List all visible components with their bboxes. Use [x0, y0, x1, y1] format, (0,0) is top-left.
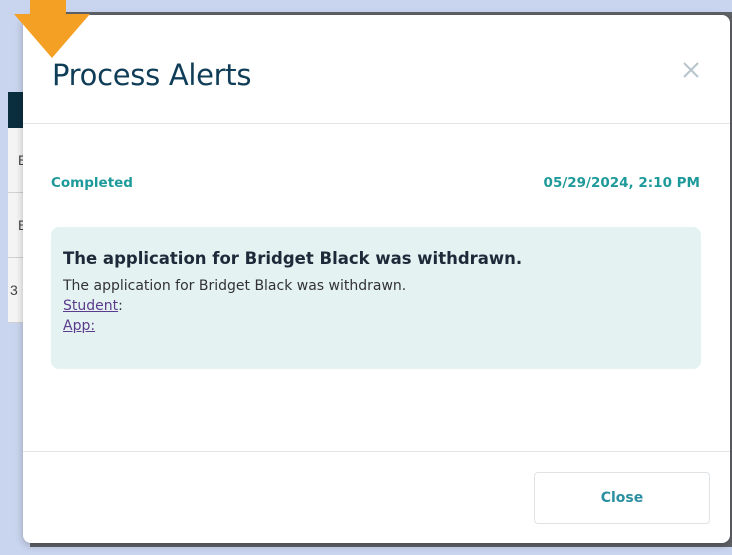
alert-message-box: The application for Bridget Black was wi…: [51, 227, 701, 369]
alert-heading: The application for Bridget Black was wi…: [63, 249, 523, 268]
student-line: Student:: [63, 296, 689, 316]
alert-body-text: The application for Bridget Black was wi…: [63, 278, 407, 294]
close-button[interactable]: Close: [534, 472, 710, 524]
modal-header: Process Alerts: [23, 15, 730, 124]
alert-status-row: Completed 05/29/2024, 2:10 PM: [51, 175, 700, 197]
student-link[interactable]: Student: [63, 298, 118, 314]
alert-timestamp: 05/29/2024, 2:10 PM: [543, 175, 700, 191]
status-label: Completed: [51, 175, 133, 191]
app-line: App:: [63, 316, 689, 336]
modal-title: Process Alerts: [52, 58, 252, 92]
alert-body: The application for Bridget Black was wi…: [63, 276, 689, 336]
student-suffix: :: [118, 298, 123, 314]
process-alerts-modal: Process Alerts Completed 05/29/2024, 2:1…: [23, 15, 730, 543]
spotlight-arrow-icon: [14, 0, 90, 58]
modal-footer: Close: [23, 451, 730, 543]
background-row-char: 3: [10, 282, 18, 298]
app-link[interactable]: App:: [63, 318, 95, 334]
close-icon[interactable]: [680, 59, 702, 81]
